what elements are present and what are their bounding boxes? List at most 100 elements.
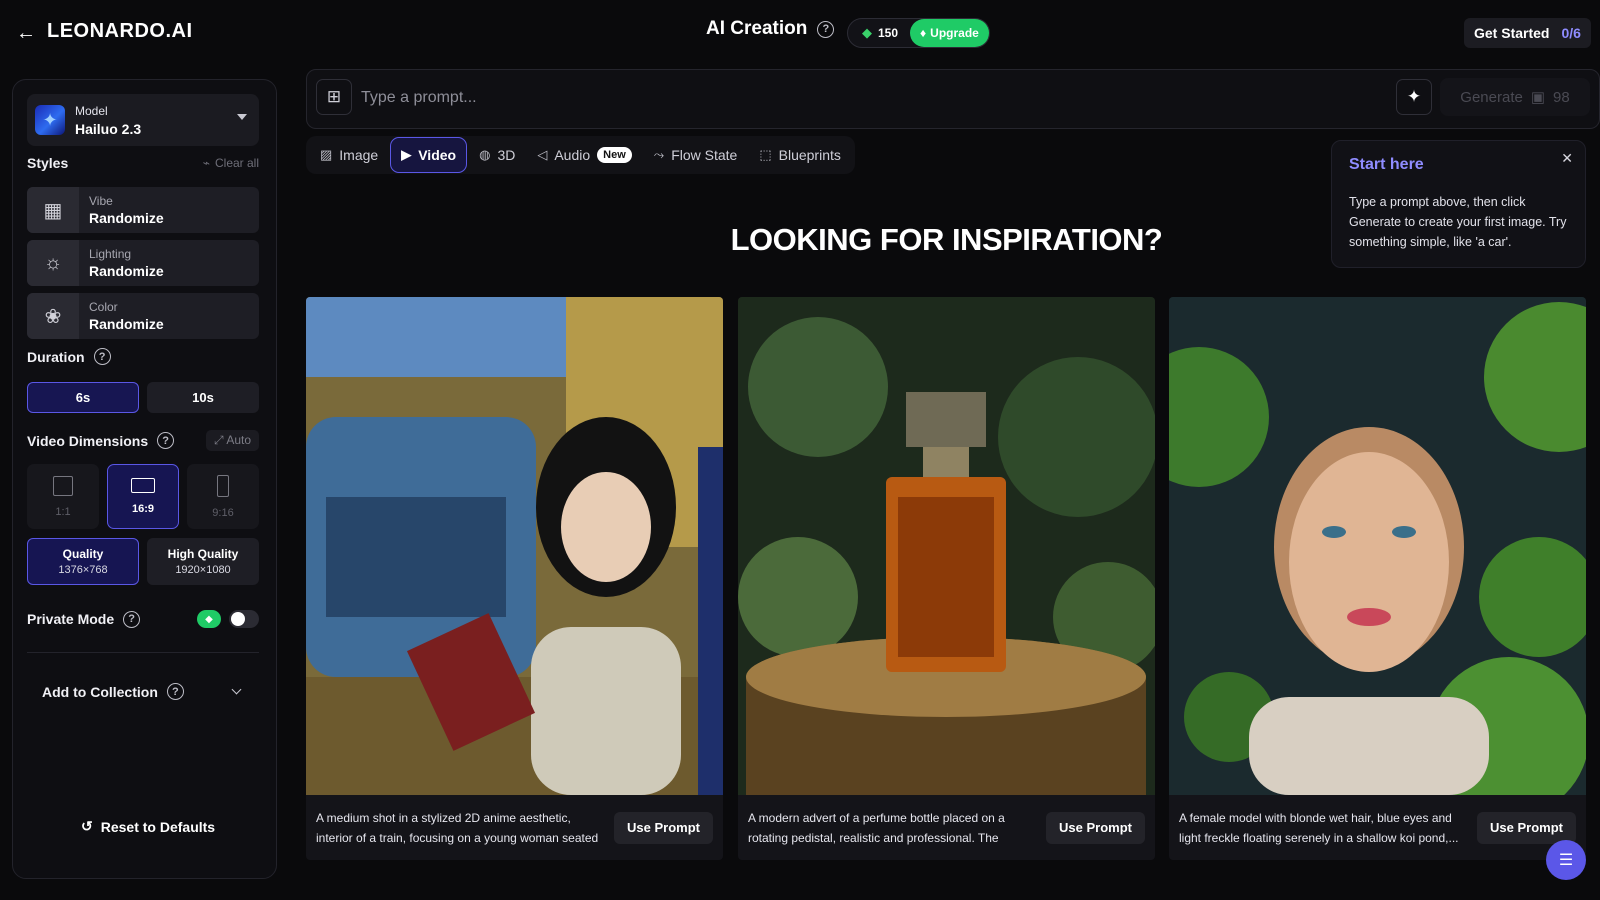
reset-icon: ↺ xyxy=(81,818,93,834)
help-icon[interactable]: ? xyxy=(817,20,835,38)
help-icon[interactable]: ? xyxy=(123,610,141,628)
auto-label: Auto xyxy=(226,433,251,447)
style-key: Color xyxy=(89,300,118,314)
close-icon[interactable]: ✕ xyxy=(1561,150,1573,167)
reset-defaults-button[interactable]: ↺ Reset to Defaults xyxy=(81,818,215,835)
vibe-icon: ▦ xyxy=(27,187,79,233)
portrait-icon xyxy=(217,474,229,497)
model-value: Hailuo 2.3 xyxy=(75,120,142,137)
ratio-label: 16:9 xyxy=(131,503,155,515)
page-title-group: AI Creation ? xyxy=(706,18,835,40)
style-color[interactable]: ❀ Color Randomize xyxy=(27,293,259,339)
tab-flow-state[interactable]: ⤳ Flow State xyxy=(644,137,748,173)
sparkle-icon[interactable]: ✦ xyxy=(1396,79,1432,115)
style-vibe[interactable]: ▦ Vibe Randomize xyxy=(27,187,259,233)
ratio-1-1-button[interactable]: 1:1 xyxy=(27,464,99,529)
prompt-bar: ⊞ ✦ Generate ▣ 98 xyxy=(306,69,1600,129)
chevron-down-icon xyxy=(231,684,242,695)
get-started-button[interactable]: Get Started 0/6 xyxy=(1464,18,1591,48)
diamond-icon: ♦ xyxy=(920,26,927,40)
flow-icon: ⤳ xyxy=(653,147,665,162)
private-mode-toggle[interactable] xyxy=(229,610,259,628)
new-badge: New xyxy=(597,147,632,163)
quality-label: High Quality xyxy=(167,547,239,561)
style-value: Randomize xyxy=(89,210,164,226)
generate-label: Generate xyxy=(1460,88,1523,106)
use-prompt-button[interactable]: Use Prompt xyxy=(614,811,713,844)
add-to-collection-dropdown[interactable]: Add to Collection ? xyxy=(42,683,242,700)
help-icon[interactable]: ? xyxy=(166,683,184,700)
model-label: Model xyxy=(75,103,108,118)
inspiration-card[interactable]: A female model with blonde wet hair, blu… xyxy=(1169,297,1586,860)
dimensions-title: Video Dimensions xyxy=(27,432,149,449)
tab-label: 3D xyxy=(497,147,516,163)
anime-train-image xyxy=(306,297,723,795)
card-prompt-text: A medium shot in a stylized 2D anime aes… xyxy=(316,810,599,845)
settings-sidebar: ✦ Model Hailuo 2.3 Styles ⌁ Clear all ▦ … xyxy=(12,79,277,879)
tab-3d[interactable]: ◍ 3D xyxy=(469,137,525,173)
quality-resolution: 1920×1080 xyxy=(175,564,231,576)
toggle-knob xyxy=(231,612,245,626)
ratio-label: 1:1 xyxy=(55,505,71,518)
ratio-16-9-button[interactable]: 16:9 xyxy=(107,464,179,529)
token-icon: ◆ xyxy=(862,25,872,40)
card-prompt-text: A modern advert of a perfume bottle plac… xyxy=(748,810,1005,845)
tab-image[interactable]: ▨ Image xyxy=(310,137,388,173)
speaker-icon: ◁ xyxy=(537,147,548,162)
chat-support-icon[interactable]: ☰ xyxy=(1546,840,1586,880)
use-prompt-button[interactable]: Use Prompt xyxy=(1477,811,1576,844)
model-thumbnail: ✦ xyxy=(35,105,65,135)
prompt-input[interactable] xyxy=(361,84,1341,112)
tooltip-title: Start here xyxy=(1349,156,1424,173)
help-icon[interactable]: ? xyxy=(93,348,111,365)
clear-all-button[interactable]: ⌁ Clear all xyxy=(203,156,259,170)
quality-high-button[interactable]: High Quality 1920×1080 xyxy=(147,538,259,585)
add-image-icon[interactable]: ⊞ xyxy=(316,79,352,115)
use-prompt-button[interactable]: Use Prompt xyxy=(1046,811,1145,844)
inspiration-card[interactable]: A medium shot in a stylized 2D anime aes… xyxy=(306,297,723,860)
style-lighting[interactable]: ☼ Lighting Randomize xyxy=(27,240,259,286)
clear-all-label: Clear all xyxy=(214,156,259,170)
resize-icon: ⤢ xyxy=(214,433,224,447)
duration-6s-button[interactable]: 6s xyxy=(27,382,139,413)
quality-standard-button[interactable]: Quality 1376×768 xyxy=(27,538,139,585)
tab-blueprints[interactable]: ⬚ Blueprints xyxy=(749,137,851,173)
square-icon xyxy=(53,475,73,496)
quality-resolution: 1376×768 xyxy=(58,564,108,576)
model-selector[interactable]: ✦ Model Hailuo 2.3 xyxy=(27,94,259,146)
lightbulb-icon: ☼ xyxy=(27,240,79,286)
ratio-9-16-button[interactable]: 9:16 xyxy=(187,464,259,529)
style-key: Lighting xyxy=(89,247,132,261)
page-title: AI Creation xyxy=(706,18,808,39)
caret-down-icon xyxy=(237,114,247,120)
tab-label: Image xyxy=(339,147,379,163)
inspiration-card[interactable]: A modern advert of a perfume bottle plac… xyxy=(738,297,1155,860)
color-circles-icon: ❀ xyxy=(27,293,79,339)
tab-label: Flow State xyxy=(671,147,738,163)
shield-icon: ◆ xyxy=(197,610,221,628)
inspiration-heading: LOOKING FOR INSPIRATION? xyxy=(730,222,1163,257)
landscape-icon xyxy=(131,478,155,493)
logo[interactable]: LEONARDO.AI xyxy=(47,20,193,43)
generate-button[interactable]: Generate ▣ 98 xyxy=(1440,78,1590,116)
token-balance[interactable]: ◆ 150 ♦ Upgrade xyxy=(847,18,990,48)
duration-10s-button[interactable]: 10s xyxy=(147,382,259,413)
private-mode-label: Private Mode xyxy=(27,611,115,627)
help-icon[interactable]: ? xyxy=(157,432,175,449)
koi-pond-portrait-image xyxy=(1169,297,1586,795)
token-cost-icon: ▣ xyxy=(1530,89,1546,106)
tab-label: Video xyxy=(418,147,457,163)
tab-audio[interactable]: ◁ Audio New xyxy=(527,137,641,173)
back-arrow-icon[interactable]: ← xyxy=(16,22,38,44)
add-collection-label: Add to Collection xyxy=(42,683,158,700)
blueprint-icon: ⬚ xyxy=(759,147,772,162)
styles-title: Styles xyxy=(27,155,69,171)
perfume-bottle-image xyxy=(738,297,1155,795)
top-bar: ← LEONARDO.AI AI Creation ? ◆ 150 ♦ Upgr… xyxy=(0,0,1600,66)
auto-dimension-button[interactable]: ⤢ Auto xyxy=(206,430,259,451)
creation-tabs: ▨ Image ▶ Video ◍ 3D ◁ Audio New ⤳ Flow … xyxy=(306,136,855,174)
tab-video[interactable]: ▶ Video xyxy=(390,137,468,173)
style-value: Randomize xyxy=(89,263,164,279)
card-prompt-text: A female model with blonde wet hair, blu… xyxy=(1179,810,1459,845)
upgrade-button[interactable]: ♦ Upgrade xyxy=(910,19,989,47)
